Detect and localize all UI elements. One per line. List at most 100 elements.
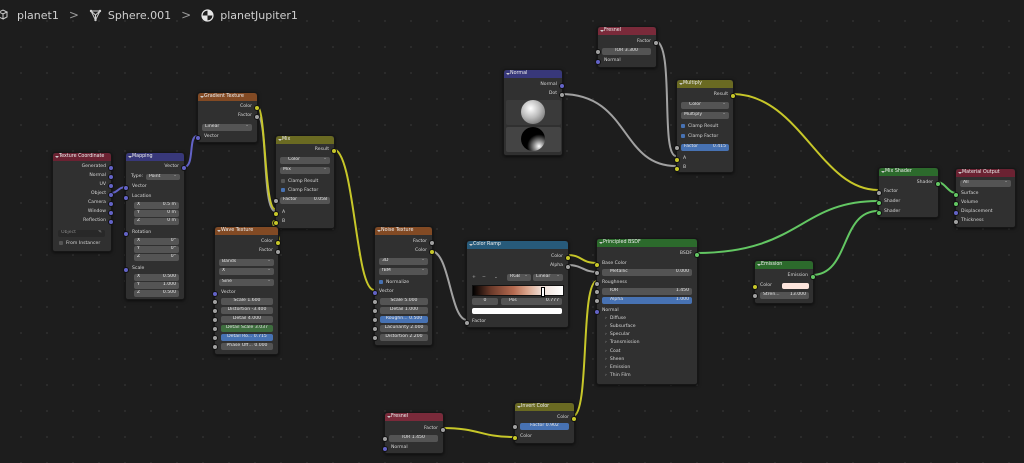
mix-factor-field[interactable]: Factor 0.058: [280, 197, 330, 204]
node-color-ramp[interactable]: Color Ramp Color Alpha + − ⌄ RGB Linear …: [464, 240, 571, 328]
ramp-menu-icon[interactable]: ⌄: [494, 274, 498, 281]
socket[interactable]: [730, 93, 736, 99]
location-x-field[interactable]: X 0.5 m: [134, 202, 179, 209]
remove-stop-button[interactable]: −: [482, 274, 486, 281]
noise-dimensions-dropdown[interactable]: 3D: [379, 258, 428, 265]
socket[interactable]: [273, 198, 279, 204]
socket[interactable]: [440, 427, 446, 433]
color-mode-dropdown[interactable]: RGB: [507, 274, 531, 281]
wave-direction-dropdown[interactable]: X: [219, 268, 274, 275]
node-normal[interactable]: Normal Normal Dot: [503, 69, 565, 156]
panel-transmission[interactable]: Transmission: [605, 340, 640, 347]
socket[interactable]: [953, 192, 959, 198]
normalize-checkbox[interactable]: Normalize: [379, 279, 409, 286]
stop-position-field[interactable]: Pos 0.777: [501, 298, 562, 305]
panel-thin-film[interactable]: Thin Film: [605, 373, 631, 380]
node-invert-color[interactable]: Invert Color Color Factor 0.902 Color: [512, 402, 577, 444]
wave-detail-field[interactable]: Detail 4.000: [221, 316, 273, 323]
wave-distortion-field[interactable]: Distortion -3.400: [221, 307, 273, 314]
socket[interactable]: [108, 192, 114, 198]
socket[interactable]: [382, 436, 388, 442]
scale-z-field[interactable]: Z 0.500: [134, 290, 179, 297]
wave-detail-roughness-field[interactable]: Detail Ro... 0.715: [221, 334, 273, 341]
multiply-data-type-dropdown[interactable]: Color: [681, 102, 729, 109]
socket[interactable]: [674, 145, 680, 151]
emission-strength-field[interactable]: Stren... 13.000: [760, 292, 809, 299]
socket[interactable]: [382, 446, 388, 452]
scale-x-field[interactable]: X 0.500: [134, 274, 179, 281]
location-y-field[interactable]: Y 0 m: [134, 210, 179, 217]
panel-diffuse[interactable]: Diffuse: [605, 316, 626, 323]
socket[interactable]: [464, 320, 470, 326]
socket[interactable]: [559, 83, 565, 89]
mix-data-type-dropdown[interactable]: Color: [280, 157, 330, 164]
socket[interactable]: [275, 240, 281, 246]
ior-field[interactable]: IOR 1.450: [389, 435, 438, 442]
noise-roughness-field[interactable]: Roughn... 0.500: [380, 316, 428, 323]
socket[interactable]: [372, 317, 378, 323]
wave-detail-scale-field[interactable]: Detail Scale 3.037: [221, 325, 273, 332]
node-gradient-texture[interactable]: Gradient Texture Color Factor Linear Vec…: [195, 92, 260, 143]
node-texture-coordinate[interactable]: Texture Coordinate Generated Normal UV O…: [52, 152, 114, 252]
clamp-result-checkbox[interactable]: Clamp Result: [681, 123, 718, 130]
socket[interactable]: [953, 201, 959, 207]
socket[interactable]: [594, 309, 600, 315]
socket[interactable]: [372, 299, 378, 305]
socket[interactable]: [212, 317, 218, 323]
node-noise-texture[interactable]: Noise Texture Factor Color 3D fBM Normal…: [372, 226, 435, 346]
socket[interactable]: [254, 105, 260, 111]
node-mix[interactable]: Mix Result Color Mix Clamp Result Clamp …: [273, 135, 337, 229]
socket[interactable]: [559, 92, 565, 98]
socket[interactable]: [108, 219, 114, 225]
multiply-blend-dropdown[interactable]: Multiply: [681, 112, 729, 119]
panel-specular[interactable]: Specular: [605, 332, 630, 339]
gradient-type-dropdown[interactable]: Linear: [202, 124, 252, 131]
mix-blend-dropdown[interactable]: Mix: [280, 167, 330, 174]
alpha-field[interactable]: Alpha 1.000: [602, 297, 692, 304]
socket[interactable]: [372, 335, 378, 341]
socket[interactable]: [953, 219, 959, 225]
socket[interactable]: [331, 148, 337, 154]
interpolation-dropdown[interactable]: Linear: [533, 274, 563, 281]
socket[interactable]: [674, 157, 680, 163]
socket[interactable]: [594, 281, 600, 287]
wave-profile-dropdown[interactable]: Sine: [219, 279, 274, 286]
node-fresnel-bottom[interactable]: Fresnel Factor IOR 1.450 Normal: [382, 412, 446, 454]
socket[interactable]: [953, 210, 959, 216]
socket[interactable]: [653, 40, 659, 46]
wave-phase-offset-field[interactable]: Phase Off... 0.000: [221, 343, 273, 350]
node-mix-shader[interactable]: Mix Shader Shader Factor Shader Shader: [876, 167, 941, 218]
socket[interactable]: [595, 49, 601, 55]
socket[interactable]: [195, 135, 201, 141]
socket[interactable]: [123, 267, 129, 273]
socket[interactable]: [429, 249, 435, 255]
invert-factor-field[interactable]: Factor 0.902: [520, 423, 569, 430]
clamp-factor-checkbox[interactable]: Clamp Factor: [281, 187, 318, 194]
node-mapping[interactable]: Mapping Vector Type: Point Vector Locati…: [123, 152, 187, 300]
socket[interactable]: [108, 174, 114, 180]
wave-type-dropdown[interactable]: Bands: [219, 259, 274, 266]
color-ramp-gradient[interactable]: [472, 285, 564, 296]
socket[interactable]: [108, 201, 114, 207]
noise-detail-field[interactable]: Detail 1.000: [380, 307, 428, 314]
panel-subsurface[interactable]: Subsurface: [605, 324, 636, 331]
panel-coat[interactable]: Coat: [605, 349, 621, 356]
normal-direction-ball[interactable]: [506, 100, 561, 125]
socket[interactable]: [108, 183, 114, 189]
clamp-result-checkbox[interactable]: Clamp Result: [281, 178, 318, 185]
socket[interactable]: [212, 335, 218, 341]
node-principled-bsdf[interactable]: Principled BSDF BSDF Base Color Metallic…: [594, 238, 700, 385]
socket[interactable]: [876, 210, 882, 216]
rotation-z-field[interactable]: Z 0°: [134, 254, 179, 261]
socket[interactable]: [594, 298, 600, 304]
node-fresnel-top[interactable]: Fresnel Factor IOR 3.300 Normal: [595, 26, 659, 68]
socket[interactable]: [108, 210, 114, 216]
socket[interactable]: [123, 185, 129, 191]
breadcrumb-mesh[interactable]: Sphere.001: [89, 9, 171, 22]
socket[interactable]: [594, 270, 600, 276]
panel-emission[interactable]: Emission: [605, 365, 630, 372]
color-stop-handle[interactable]: [541, 287, 545, 297]
socket[interactable]: [181, 165, 187, 171]
socket[interactable]: [595, 59, 601, 65]
socket[interactable]: [512, 435, 518, 441]
